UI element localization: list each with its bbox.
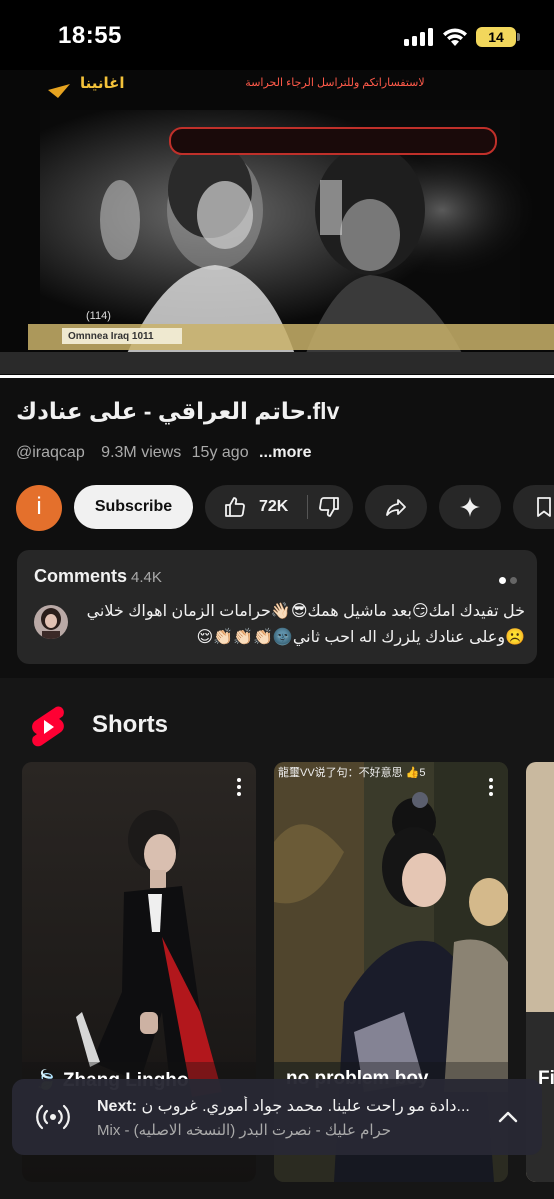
video-overlay-count: (114) bbox=[86, 310, 111, 322]
battery-indicator: 14 bbox=[476, 27, 520, 47]
video-overlay-logo: اغانينا bbox=[80, 75, 125, 92]
carousel-dots bbox=[495, 571, 517, 589]
status-bar: 18:55 14 bbox=[0, 0, 554, 70]
shorts-logo-icon bbox=[32, 706, 64, 747]
ask-ai-button[interactable] bbox=[439, 485, 501, 529]
save-button[interactable] bbox=[513, 485, 554, 529]
share-icon bbox=[386, 499, 406, 516]
thumbs-down-icon[interactable] bbox=[317, 495, 341, 519]
short-menu-icon[interactable] bbox=[488, 778, 494, 798]
like-dislike-group: 72K bbox=[205, 485, 353, 529]
upload-age: 15y ago bbox=[191, 444, 249, 461]
view-count: 9.3M views bbox=[101, 444, 182, 461]
more-button[interactable]: ...more bbox=[259, 444, 311, 461]
video-meta[interactable]: @iraqcap 9.3M views 15y ago ...more bbox=[16, 444, 312, 462]
short-watermark: 龍璽VV说了句：不好意思 👍5 bbox=[278, 767, 426, 779]
like-divider bbox=[307, 495, 308, 519]
share-button[interactable] bbox=[365, 485, 427, 529]
comments-header: Comments 4.4K bbox=[34, 566, 162, 587]
video-progress-bar[interactable] bbox=[0, 375, 554, 378]
top-comment: خل تفيدك امك😏بعد ماشيل همك😎👋🏻حرامات الزم… bbox=[86, 603, 525, 646]
video-overlay-ticker: Omnnea Iraq 1011 bbox=[68, 331, 154, 342]
cellular-signal-icon bbox=[404, 28, 434, 46]
status-time: 18:55 bbox=[58, 22, 122, 49]
comments-count: 4.4K bbox=[131, 569, 162, 586]
like-count[interactable]: 72K bbox=[259, 498, 288, 516]
bookmark-icon bbox=[537, 497, 551, 517]
comments-label: Comments bbox=[34, 566, 128, 586]
thumbs-up-icon[interactable] bbox=[223, 495, 247, 519]
chevron-up-icon[interactable] bbox=[496, 1105, 520, 1129]
sparkle-icon bbox=[460, 497, 480, 517]
video-overlay-banner: لاستفساراتكم وللتراسل الرجاء الحراسة bbox=[245, 77, 425, 89]
channel-avatar[interactable]: i bbox=[16, 485, 62, 531]
video-progress-fill bbox=[0, 375, 554, 378]
channel-handle[interactable]: @iraqcap bbox=[16, 444, 85, 461]
broadcast-icon bbox=[36, 1104, 70, 1130]
short-menu-icon[interactable] bbox=[236, 778, 242, 798]
shorts-section-title: Shorts bbox=[92, 711, 169, 738]
subscribe-button[interactable]: Subscribe bbox=[74, 485, 193, 529]
commenter-avatar bbox=[34, 605, 68, 639]
next-up-title: Next: دادة مو راحت علينا. محمد جواد أمور… bbox=[97, 1096, 497, 1116]
next-track: دادة مو راحت علينا. محمد جواد أموري. غرو… bbox=[141, 1098, 470, 1115]
wifi-icon bbox=[443, 28, 467, 46]
video-player[interactable]: اغانينا لاستفساراتكم وللتراسل الرجاء الح… bbox=[0, 70, 554, 378]
next-mix: Mix - (النسخه الاصليه) حرام عليك - نصرت … bbox=[97, 1122, 392, 1139]
next-up-bar[interactable]: Next: دادة مو راحت علينا. محمد جواد أمور… bbox=[12, 1079, 542, 1155]
video-title[interactable]: حاتم العراقي - على عنادك.flv bbox=[16, 398, 536, 425]
comments-card[interactable]: Comments 4.4K خل تفيدك امك😏بعد ماشيل همك😎… bbox=[17, 550, 537, 664]
next-label: Next: bbox=[97, 1098, 138, 1115]
